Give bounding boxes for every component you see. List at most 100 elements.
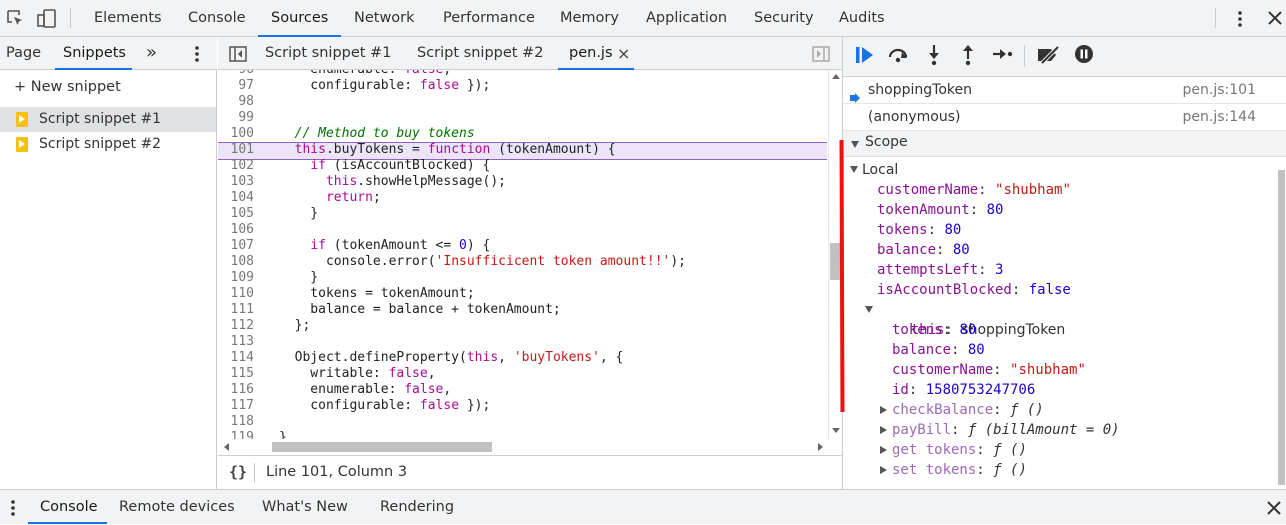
tab-application[interactable]: Application xyxy=(646,0,727,36)
device-toolbar-icon[interactable] xyxy=(37,9,57,28)
customize-menu-icon[interactable] xyxy=(1238,10,1242,28)
scope-variable[interactable]: isAccountBlocked: false xyxy=(877,280,1071,300)
expand-arrow-icon[interactable] xyxy=(865,306,873,313)
tab-script-snippet-1[interactable]: Script snippet #1 xyxy=(265,37,391,69)
line-number[interactable]: 112 xyxy=(218,318,254,334)
expand-arrow-icon[interactable] xyxy=(880,406,887,414)
tab-snippets[interactable]: Snippets xyxy=(63,37,126,69)
this-method[interactable]: payBill: ƒ (billAmount = 0) xyxy=(892,420,1120,440)
inspect-element-icon[interactable] xyxy=(6,9,24,27)
resume-icon[interactable] xyxy=(855,46,877,64)
this-property[interactable]: tokens: 80 xyxy=(892,320,976,340)
tab-memory[interactable]: Memory xyxy=(560,0,619,36)
line-number[interactable]: 97 xyxy=(218,78,254,94)
this-property[interactable]: balance: 80 xyxy=(892,340,985,360)
call-frame-location[interactable]: pen.js:101 xyxy=(1183,77,1256,104)
step-out-icon[interactable] xyxy=(961,44,975,66)
drawer-tab-rendering[interactable]: Rendering xyxy=(380,490,454,524)
tab-elements[interactable]: Elements xyxy=(94,0,162,36)
toggle-navigator-icon[interactable] xyxy=(229,46,247,62)
tab-script-snippet-2[interactable]: Script snippet #2 xyxy=(417,37,543,69)
line-number[interactable]: 113 xyxy=(218,334,254,350)
expand-arrow-icon[interactable] xyxy=(850,166,858,173)
code-editor[interactable]: 96 enumerable: false, 97 configurable: fa… xyxy=(218,70,827,439)
step-over-icon[interactable] xyxy=(887,47,911,63)
tab-audits[interactable]: Audits xyxy=(839,0,885,36)
tab-network[interactable]: Network xyxy=(354,0,415,36)
tab-sources[interactable]: Sources xyxy=(257,0,342,37)
step-icon[interactable] xyxy=(992,47,1014,61)
pause-on-exceptions-icon[interactable] xyxy=(1074,44,1094,64)
this-property[interactable]: customerName: "shubham" xyxy=(892,360,1086,380)
tab-page[interactable]: Page xyxy=(6,37,41,69)
line-number[interactable]: 110 xyxy=(218,286,254,302)
expand-arrow-icon[interactable] xyxy=(880,466,887,474)
line-number[interactable]: 108 xyxy=(218,254,254,270)
scope-variable[interactable]: tokens: 80 xyxy=(877,220,961,240)
tab-performance[interactable]: Performance xyxy=(443,0,535,36)
line-number[interactable]: 118 xyxy=(218,414,254,430)
horizontal-scroll-thumb[interactable] xyxy=(272,442,492,452)
scope-variable[interactable]: balance: 80 xyxy=(877,240,970,260)
line-number[interactable]: 117 xyxy=(218,398,254,414)
scroll-up-icon[interactable] xyxy=(832,74,840,79)
line-number[interactable]: 106 xyxy=(218,222,254,238)
snippet-item[interactable]: Script snippet #1 xyxy=(0,107,216,132)
scroll-down-icon[interactable] xyxy=(832,428,840,433)
line-number[interactable]: 109 xyxy=(218,270,254,286)
line-number[interactable]: 111 xyxy=(218,302,254,318)
line-number[interactable]: 114 xyxy=(218,350,254,366)
line-number[interactable]: 96 xyxy=(218,70,254,78)
editor-horizontal-scrollbar[interactable] xyxy=(218,439,828,455)
drawer-tab-console[interactable]: Console xyxy=(40,490,98,524)
deactivate-breakpoints-icon[interactable] xyxy=(1036,45,1062,65)
line-number[interactable]: 107 xyxy=(218,238,254,254)
drawer-menu-icon[interactable] xyxy=(11,499,15,517)
this-property[interactable]: id: 1580753247706 xyxy=(892,380,1035,400)
step-into-icon[interactable] xyxy=(927,44,941,66)
tab-console[interactable]: Console xyxy=(188,0,246,36)
line-number[interactable]: 103 xyxy=(218,174,254,190)
line-number[interactable]: 115 xyxy=(218,366,254,382)
snippet-item[interactable]: Script snippet #2 xyxy=(0,132,216,157)
line-number[interactable]: 105 xyxy=(218,206,254,222)
scope-variable[interactable]: tokenAmount: 80 xyxy=(877,200,1003,220)
tab-security[interactable]: Security xyxy=(754,0,814,36)
line-number[interactable]: 98 xyxy=(218,94,254,110)
more-tabs-button[interactable]: » xyxy=(146,37,157,69)
local-scope-label[interactable]: Local xyxy=(862,160,898,180)
this-scope-item[interactable]: this: shoppingToken xyxy=(877,300,1066,338)
close-tab-icon[interactable]: × xyxy=(617,37,630,69)
line-number[interactable]: 100 xyxy=(218,126,254,142)
scroll-right-icon[interactable] xyxy=(818,443,823,451)
navigator-menu-icon[interactable] xyxy=(195,45,199,63)
expand-arrow-icon[interactable] xyxy=(880,426,887,434)
this-method[interactable]: get tokens: ƒ () xyxy=(892,440,1027,460)
line-number[interactable]: 116 xyxy=(218,382,254,398)
drawer-tab-whats-new[interactable]: What's New xyxy=(262,490,348,524)
expand-arrow-icon[interactable] xyxy=(880,446,887,454)
scope-scrollbar[interactable] xyxy=(1276,158,1286,489)
toggle-debugger-icon[interactable] xyxy=(812,46,830,62)
scroll-left-icon[interactable] xyxy=(224,443,229,451)
pretty-print-button[interactable]: {} xyxy=(229,463,247,481)
scope-section-header[interactable]: Scope xyxy=(843,131,1286,157)
this-method[interactable]: checkBalance: ƒ () xyxy=(892,400,1044,420)
scope-variable[interactable]: attemptsLeft: 3 xyxy=(877,260,1003,280)
close-devtools-icon[interactable] xyxy=(1268,11,1282,25)
call-frame[interactable]: (anonymous) pen.js:144 xyxy=(843,104,1286,131)
line-number[interactable]: 99 xyxy=(218,110,254,126)
line-number[interactable]: 101 xyxy=(218,142,254,158)
scope-variable[interactable]: customerName: "shubham" xyxy=(877,180,1071,200)
tab-pen-js[interactable]: pen.js xyxy=(569,37,613,69)
call-frame-active[interactable]: shoppingToken pen.js:101 xyxy=(843,77,1286,104)
drawer-tab-remote-devices[interactable]: Remote devices xyxy=(119,490,235,524)
close-drawer-icon[interactable] xyxy=(1267,501,1281,515)
call-frame-location[interactable]: pen.js:144 xyxy=(1183,104,1256,131)
line-number[interactable]: 104 xyxy=(218,190,254,206)
scope-scroll-thumb[interactable] xyxy=(1278,170,1285,485)
this-method[interactable]: set tokens: ƒ () xyxy=(892,460,1027,480)
new-snippet-button[interactable]: + New snippet xyxy=(14,77,121,97)
line-number[interactable]: 102 xyxy=(218,158,254,174)
line-number[interactable]: 119 xyxy=(218,430,254,439)
